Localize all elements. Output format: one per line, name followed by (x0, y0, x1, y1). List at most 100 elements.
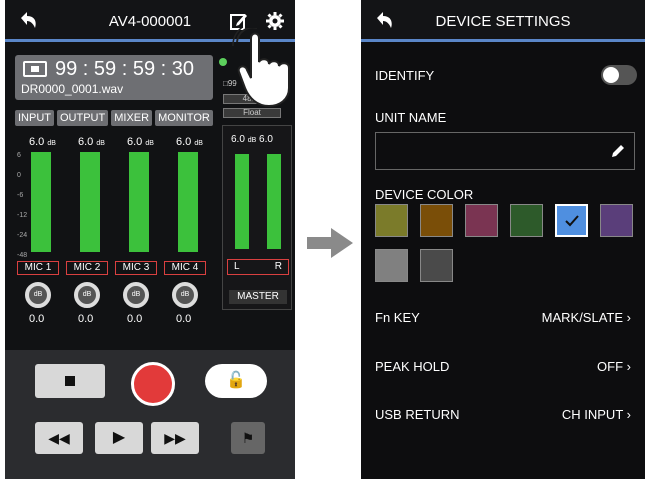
meter-level: 6.0 (176, 136, 192, 148)
meter-level: 6.0 (29, 136, 45, 148)
channel-label[interactable]: MIC 2 (66, 261, 108, 275)
top-bar: DEVICE SETTINGS (361, 0, 645, 42)
knob-value: 0.0 (29, 313, 45, 325)
status-dot (219, 58, 227, 66)
tab-input[interactable]: INPUT (15, 110, 54, 126)
color-swatch-blue[interactable] (555, 204, 588, 237)
color-swatch-dark-gray[interactable] (420, 249, 453, 282)
setting-label: PEAK HOLD (375, 359, 450, 374)
meter-level: 6.0 (127, 136, 143, 148)
stop-icon (65, 376, 75, 386)
knob-value: 0.0 (127, 313, 143, 325)
tab-mixer[interactable]: MIXER (111, 110, 153, 126)
main-screen: AV4-000001 99 : 59 : 59 : 30 DR0000_0001… (5, 0, 295, 479)
channel-strip-4: 6.0 dB MIC 4 dB 0.0 (162, 130, 209, 325)
mark-button[interactable]: ⚑ (231, 422, 265, 454)
master-strip: 6.0 dB 6.0 LR MASTER (222, 125, 292, 310)
scale-label: 6 (17, 152, 21, 159)
pencil-icon[interactable] (610, 143, 626, 159)
setting-value: CH INPUT (561, 407, 624, 422)
meter-bar-left (235, 154, 249, 249)
tap-hand-icon (232, 28, 290, 108)
left-label: L (234, 261, 240, 272)
meter-bar (31, 152, 51, 252)
scale-label: -6 (17, 192, 24, 199)
fast-forward-button[interactable]: ▶▶ (151, 422, 199, 454)
scale-label: -12 (17, 212, 28, 219)
meter-unit: dB (247, 137, 257, 144)
play-icon: ▶ (112, 429, 126, 446)
channel-label[interactable]: MIC 4 (164, 261, 206, 275)
right-label: R (274, 261, 282, 272)
rewind-button[interactable]: ◀◀ (35, 422, 83, 454)
meter-unit: dB (194, 140, 203, 147)
gain-knob[interactable]: dB (25, 282, 51, 308)
setting-value: OFF (597, 359, 624, 374)
meter-unit: dB (145, 140, 154, 147)
channel-strip-3: 6.0 dB MIC 3 dB 0.0 (113, 130, 160, 325)
setting-label: Fn KEY (375, 310, 420, 325)
gain-knob[interactable]: dB (123, 282, 149, 308)
meter-bar (178, 152, 198, 252)
tab-monitor[interactable]: MONITOR (155, 110, 213, 126)
scale-label: -48 (17, 252, 28, 259)
channel-label[interactable]: MIC 3 (115, 261, 157, 275)
scale-label: 0 (17, 172, 21, 179)
meter-unit: dB (47, 140, 56, 147)
page-title: DEVICE SETTINGS (435, 13, 571, 30)
master-label: MASTER (229, 290, 287, 304)
color-swatch-purple[interactable] (600, 204, 633, 237)
setting-usb-return[interactable]: USB RETURN CH INPUT › (375, 407, 631, 422)
channel-meters: 6.0 dB MIC 1 dB 0.0 6.0 dB MIC 2 dB 0.0 … (15, 130, 210, 325)
scale-label: -24 (17, 232, 28, 239)
color-swatch-gray[interactable] (375, 249, 408, 282)
fast-forward-icon: ▶▶ (164, 430, 186, 446)
arrow-icon (307, 228, 353, 258)
rewind-icon: ◀◀ (48, 430, 70, 446)
identify-toggle[interactable] (601, 65, 637, 85)
stop-status-icon (23, 61, 47, 77)
master-level-r: 6.0 (259, 134, 273, 145)
gain-knob[interactable]: dB (172, 282, 198, 308)
record-button[interactable] (131, 362, 175, 406)
transport-panel: 🔓 ◀◀ ▶ ▶▶ ⚑ (5, 350, 295, 479)
color-swatch-green[interactable] (510, 204, 543, 237)
setting-peak-hold[interactable]: PEAK HOLD OFF › (375, 359, 631, 374)
master-channel-label[interactable]: LR (227, 259, 289, 275)
filename: DR0000_0001.wav (21, 82, 124, 96)
unlock-icon: 🔓 (226, 372, 246, 389)
channel-strip-2: 6.0 dB MIC 2 dB 0.0 (64, 130, 111, 325)
color-swatch-maroon[interactable] (465, 204, 498, 237)
chevron-right-icon: › (626, 359, 631, 374)
play-button[interactable]: ▶ (95, 422, 143, 454)
check-icon (565, 215, 579, 227)
chevron-right-icon: › (626, 310, 631, 325)
meter-scale: 6 0 -6 -12 -24 -48 (17, 146, 27, 266)
meter-bar (80, 152, 100, 252)
mode-tabs: INPUT OUTPUT MIXER MONITOR (15, 110, 213, 126)
setting-value: MARK/SLATE (541, 310, 624, 325)
flag-icon: ⚑ (241, 430, 255, 446)
meter-bar-right (267, 154, 281, 249)
meter-bar (129, 152, 149, 252)
tab-output[interactable]: OUTPUT (57, 110, 109, 126)
knob-value: 0.0 (176, 313, 192, 325)
identify-label: IDENTIFY (375, 68, 435, 83)
setting-label: USB RETURN (375, 407, 460, 422)
unit-name-label: UNIT NAME (375, 110, 447, 125)
gain-knob[interactable]: dB (74, 282, 100, 308)
indicator-c: Float (223, 108, 281, 118)
unit-name-field[interactable] (375, 132, 635, 170)
color-swatch-olive[interactable] (375, 204, 408, 237)
lock-button[interactable]: 🔓 (205, 364, 267, 398)
knob-value: 0.0 (78, 313, 94, 325)
stop-button[interactable] (35, 364, 105, 398)
chevron-right-icon: › (626, 407, 631, 422)
device-settings-screen: DEVICE SETTINGS IDENTIFY UNIT NAME DEVIC… (361, 0, 645, 479)
meter-level: 6.0 (78, 136, 94, 148)
setting-fn-key[interactable]: Fn KEY MARK/SLATE › (375, 310, 631, 325)
master-level-l: 6.0 (231, 134, 245, 145)
color-swatch-brown[interactable] (420, 204, 453, 237)
device-color-label: DEVICE COLOR (375, 187, 474, 202)
timecode-display: 99 : 59 : 59 : 30 DR0000_0001.wav (15, 55, 213, 100)
